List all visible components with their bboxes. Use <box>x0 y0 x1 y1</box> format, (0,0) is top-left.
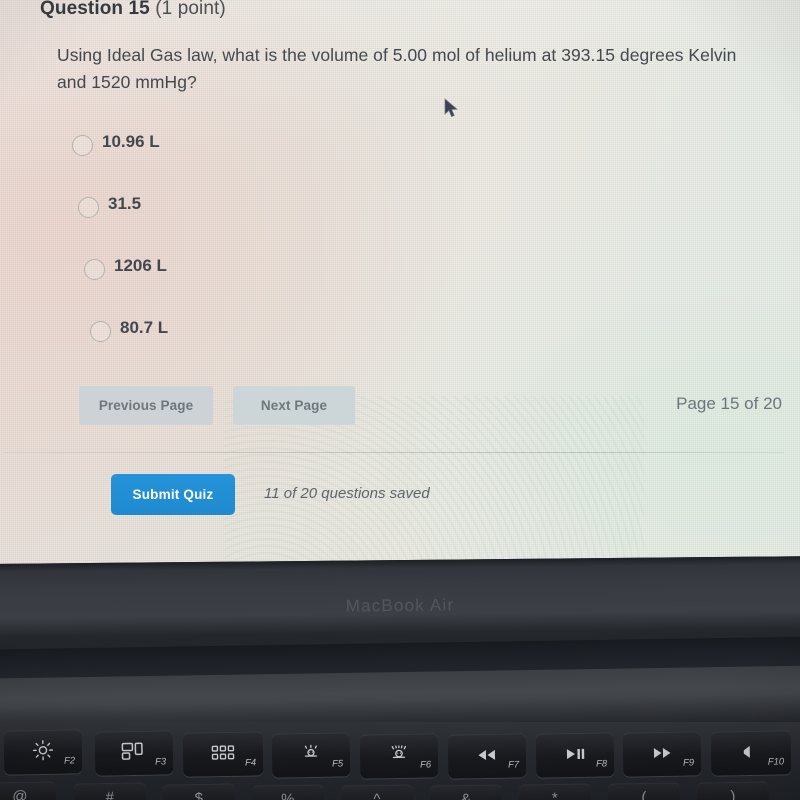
photo-of-laptop-screen: Question 15 (1 point) Using Ideal Gas la… <box>0 0 800 800</box>
function-key-f2[interactable]: F2 <box>3 729 83 775</box>
key-symbol: # <box>105 788 115 800</box>
keyboard-backlight-down-icon <box>299 744 323 762</box>
submit-quiz-button[interactable]: Submit Quiz <box>111 474 235 515</box>
answer-options-list: 10.96 L 31.5 1206 L 80.7 L <box>72 132 492 380</box>
rewind-icon <box>474 749 500 761</box>
key-symbol: ^ <box>373 790 381 800</box>
function-key-label: F8 <box>595 758 608 770</box>
function-key-f10[interactable]: F10 <box>710 730 792 776</box>
launchpad-grid-icon <box>211 745 235 761</box>
key-symbol: % <box>281 790 295 800</box>
radio-button-icon[interactable] <box>78 197 99 218</box>
answer-option-label: 1206 L <box>114 256 167 275</box>
function-key-label: F9 <box>682 757 695 769</box>
function-key-f5[interactable]: F5 <box>271 732 351 778</box>
saved-status-text: 11 of 20 questions saved <box>264 485 430 502</box>
function-key-label: F3 <box>154 756 167 768</box>
question-heading: Question 15 (1 point) <box>40 0 226 20</box>
fast-forward-icon <box>649 747 675 759</box>
function-key-label: F2 <box>63 755 76 767</box>
number-row-key[interactable]: % <box>251 784 325 800</box>
function-key-f9[interactable]: F9 <box>622 731 702 777</box>
function-key-label: F6 <box>419 759 432 771</box>
answer-option[interactable]: 1206 L <box>72 256 492 318</box>
question-text: Using Ideal Gas law, what is the volume … <box>57 45 737 92</box>
number-row-key[interactable]: ^ <box>340 784 414 800</box>
mission-control-icon <box>121 741 147 761</box>
number-row-key[interactable]: & <box>429 784 503 800</box>
answer-option[interactable]: 31.5 <box>72 194 492 256</box>
mute-icon <box>740 745 756 759</box>
number-row-key[interactable]: $ <box>162 783 236 800</box>
submit-row: Submit Quiz 11 of 20 questions saved <box>0 474 800 520</box>
answer-option[interactable]: 80.7 L <box>72 318 492 380</box>
number-row-key[interactable]: * <box>518 783 592 800</box>
key-symbol: $ <box>194 789 204 800</box>
play-pause-icon <box>562 748 588 760</box>
keyboard-backlight-up-icon <box>387 745 411 763</box>
function-key-f7[interactable]: F7 <box>447 733 527 779</box>
key-symbol: ) <box>730 787 736 800</box>
answer-option-label: 10.96 L <box>102 132 160 151</box>
function-key-label: F10 <box>767 756 785 768</box>
page-indicator: Page 15 of 20 <box>676 394 782 413</box>
answer-option-label: 80.7 L <box>120 318 169 337</box>
question-number: Question 15 <box>40 0 150 19</box>
number-row-key[interactable]: @ <box>0 781 57 800</box>
function-key-f8[interactable]: F8 <box>535 732 615 778</box>
key-symbol: & <box>460 790 472 800</box>
radio-button-icon[interactable] <box>72 135 93 156</box>
function-key-f6[interactable]: F6 <box>359 733 439 779</box>
mouse-cursor-arrow-icon <box>444 98 460 120</box>
pager-row: Previous Page Next Page Page 15 of 20 <box>0 386 800 426</box>
brightness-up-icon <box>32 739 54 761</box>
function-key-f4[interactable]: F4 <box>182 731 264 777</box>
answer-option[interactable]: 10.96 L <box>72 132 492 194</box>
key-symbol: * <box>551 789 558 800</box>
function-key-label: F4 <box>244 757 257 769</box>
radio-button-icon[interactable] <box>84 259 105 280</box>
function-key-label: F7 <box>507 759 520 771</box>
next-page-button[interactable]: Next Page <box>233 386 355 425</box>
number-row-key[interactable]: # <box>73 782 147 800</box>
key-symbol: @ <box>12 787 28 800</box>
section-divider <box>4 452 784 453</box>
function-key-f3[interactable]: F3 <box>94 730 174 776</box>
question-points: (1 point) <box>155 0 226 19</box>
number-row-key[interactable]: ( <box>607 782 681 800</box>
radio-button-icon[interactable] <box>90 321 111 342</box>
quiz-content: Question 15 (1 point) Using Ideal Gas la… <box>0 0 800 570</box>
previous-page-button[interactable]: Previous Page <box>79 386 213 425</box>
laptop-screen: Question 15 (1 point) Using Ideal Gas la… <box>0 0 800 570</box>
answer-option-label: 31.5 <box>108 194 142 213</box>
function-key-label: F5 <box>331 758 344 770</box>
key-symbol: ( <box>641 788 647 800</box>
number-row-key[interactable]: ) <box>696 781 770 800</box>
